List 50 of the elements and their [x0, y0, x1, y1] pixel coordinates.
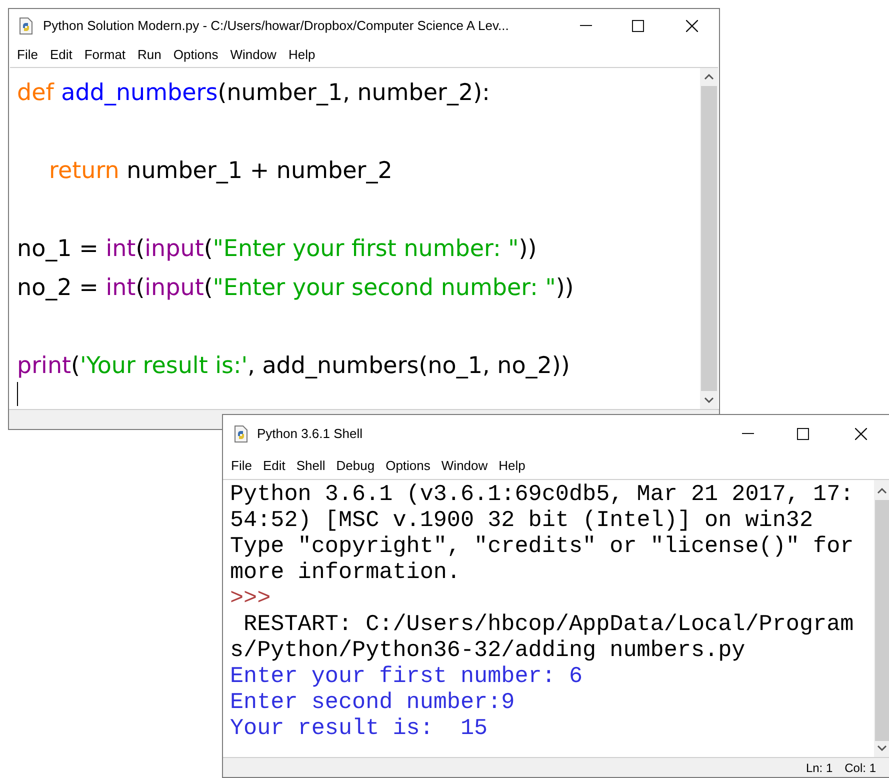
text-cursor	[17, 382, 18, 406]
menu-item[interactable]: Format	[84, 45, 126, 65]
menu-item[interactable]: Help	[498, 456, 526, 476]
shell-line: s/Python/Python36-32/adding numbers.py	[230, 637, 746, 663]
shell-prompt: >>>	[230, 585, 271, 611]
line-number-indicator: Ln: 1	[806, 760, 833, 776]
menu-item[interactable]: Edit	[262, 456, 286, 476]
vertical-scrollbar[interactable]	[874, 480, 889, 757]
scroll-down-icon	[704, 397, 714, 403]
menu-item[interactable]: Shell	[296, 456, 326, 476]
shell-line: more information.	[230, 559, 460, 585]
menu-item[interactable]: Debug	[336, 456, 375, 476]
scroll-down-icon	[877, 745, 887, 751]
python-file-icon	[232, 425, 250, 443]
scrollbar-thumb[interactable]	[701, 86, 717, 391]
close-icon	[686, 20, 698, 32]
scroll-up-icon	[877, 488, 887, 494]
menu-item[interactable]: Options	[173, 45, 218, 65]
code-line: no_2 = int(input("Enter your second number: "))	[17, 275, 574, 301]
minimize-icon	[742, 433, 754, 435]
menu-item[interactable]: Edit	[50, 45, 72, 65]
window-title: Python Solution Modern.py - C:/Users/howar/Dropbox/Computer Science A Lev...	[43, 17, 509, 36]
shell-line: Enter your first number: 6	[230, 663, 583, 689]
column-indicator: Col: 1	[844, 760, 876, 776]
window-title: Python 3.6.1 Shell	[257, 425, 363, 444]
minimize-icon	[580, 25, 592, 27]
code-line: def add_numbers(number_1, number_2):	[17, 80, 490, 106]
menu-item[interactable]: Run	[138, 45, 162, 65]
maximize-icon	[632, 20, 644, 32]
menu-item[interactable]: Options	[386, 456, 430, 476]
shell-line: RESTART: C:/Users/hbcop/AppData/Local/Program	[242, 611, 854, 637]
menu-item[interactable]: Window	[230, 45, 276, 65]
python-file-icon	[17, 17, 35, 35]
shell-line: Python 3.6.1 (v3.6.1:69c0db5, Mar 21 2017, 17:	[230, 481, 854, 507]
shell-line: 54:52) [MSC v.1900 32 bit (Intel)] on win32	[230, 507, 814, 533]
shell-line: Your result is: 15	[230, 715, 488, 741]
maximize-icon	[797, 428, 809, 440]
code-line: print('Your result is:', add_numbers(no_1, no_2))	[17, 353, 570, 379]
code-line: no_1 = int(input("Enter your first number: "))	[17, 236, 537, 262]
scrollbar-thumb[interactable]	[875, 500, 889, 741]
code-line: return number_1 + number_2	[49, 158, 392, 184]
menu-item[interactable]: File	[231, 456, 252, 476]
menu-item[interactable]: File	[17, 45, 38, 65]
scroll-up-icon	[704, 74, 714, 80]
vertical-scrollbar[interactable]	[700, 68, 718, 409]
menu-item[interactable]: Help	[288, 45, 316, 65]
close-icon	[855, 428, 867, 440]
shell-line: Enter second number:9	[230, 689, 515, 715]
shell-line: Type "copyright", "credits" or "license()" for	[230, 533, 854, 559]
menu-item[interactable]: Window	[441, 456, 488, 476]
